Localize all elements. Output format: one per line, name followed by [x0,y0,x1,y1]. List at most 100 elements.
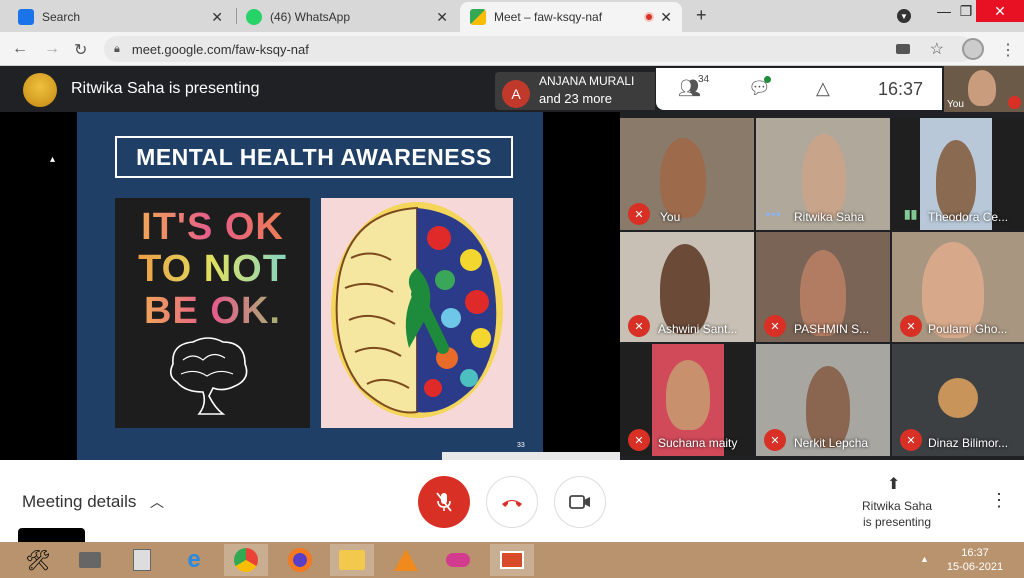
close-icon[interactable]: ✕ [211,9,223,26]
participant-video [802,134,846,220]
mic-toggle-button[interactable] [418,476,470,528]
end-call-icon [502,500,522,507]
tab-search-dropdown-icon[interactable]: ▼ [897,9,911,23]
slide-footer-bar [442,452,620,460]
mic-off-icon: ✕ [628,203,650,225]
participant-video [660,138,706,218]
system-date: 15-06-2021 [946,561,1004,573]
participant-person [666,360,710,430]
join-notification: A ANJANA MURALI and 23 more [495,72,655,110]
mic-off-icon [1008,96,1021,109]
mouse-cursor-icon: ▴ [50,154,56,165]
slide-right-panel [321,198,513,428]
firefox-icon[interactable] [278,544,322,576]
window-close-icon[interactable]: ✕ [976,0,1024,22]
tab-title: Meet – faw-ksqy-naf [494,10,603,24]
activities-icon[interactable]: △ [816,78,830,99]
reload-icon[interactable]: ↻ [74,40,87,60]
file-explorer-icon[interactable] [330,544,374,576]
address-bar[interactable]: 🔒︎ meet.google.com/faw-ksqy-naf ☆ [104,36,974,62]
mic-off-icon [436,492,452,512]
brain-outline-icon [169,337,248,415]
system-time: 16:37 [961,547,989,559]
back-icon[interactable]: ← [12,40,28,58]
mic-off-icon: ✕ [628,429,650,451]
tray-expand-icon[interactable]: ▲ [920,554,929,564]
mic-off-icon: ✕ [900,315,922,337]
participant-tile[interactable]: ••• Ritwika Saha [756,118,890,230]
mic-off-icon: ✕ [764,315,786,337]
forward-icon[interactable]: → [44,40,60,58]
self-view-person [968,70,996,106]
tab-meet[interactable]: Meet – faw-ksqy-naf ✕ [460,2,682,32]
whatsapp-icon [246,9,262,25]
tab-title: (46) WhatsApp [270,10,351,24]
meet-top-bar: Ritwika Saha is presenting A ANJANA MURA… [0,66,1024,112]
profile-avatar[interactable] [962,38,984,60]
key-app-icon[interactable] [436,544,480,576]
participant-name: Suchana maity [658,436,738,450]
camera-permission-icon[interactable] [896,44,910,54]
vlc-icon[interactable] [384,544,428,576]
internet-explorer-icon[interactable]: e [172,544,216,576]
system-clock[interactable]: 16:37 15-06-2021 [944,546,1006,574]
participant-tile[interactable]: ✕ Dinaz Bilimor... [892,344,1024,456]
more-options-icon[interactable]: ⋮ [990,490,1008,511]
participant-tile[interactable]: ✕ Suchana maity [620,344,754,456]
notification-name: ANJANA MURALI [539,74,635,88]
participant-tile[interactable]: ✕ Ashwini Sant... [620,232,754,342]
slide-title: MENTAL HEALTH AWARENESS [115,136,513,178]
presenting-banner: Ritwika Saha is presenting [71,80,260,97]
mic-off-icon: ✕ [628,315,650,337]
self-view-label: You [947,99,964,110]
participant-name: Theodora Ce... [928,210,1009,224]
browser-toolbar: ← → ↻ 🔒︎ meet.google.com/faw-ksqy-naf ☆ … [0,32,1024,66]
speaking-icon: ▮▮ [904,207,918,221]
participant-count: 34 [698,74,710,85]
participant-tile[interactable]: ▮▮ Theodora Ce... [892,118,1024,230]
presenting-note: Ritwika Saha is presenting [861,499,933,529]
self-view-thumbnail[interactable]: You [944,66,1024,112]
tab-whatsapp[interactable]: (46) WhatsApp ✕ [236,2,458,32]
meet-control-bar: Meeting details ︿ ⬆︎ Ritwika Saha is pre… [0,460,1024,542]
leave-call-button[interactable] [486,476,538,528]
participant-name: Ashwini Sant... [658,322,738,336]
calculator-icon[interactable] [120,544,164,576]
presentation-slide: MENTAL HEALTH AWARENESS IT'S OK TO NOT B… [77,112,620,460]
participant-name: Nerkit Lepcha [794,436,869,450]
meet-icon [470,9,486,25]
close-icon[interactable]: ✕ [660,9,672,26]
notification-more: and 23 more [539,91,612,106]
participant-video [660,244,710,334]
present-screen-icon[interactable]: ⬆︎ [887,474,900,494]
drive-icon[interactable] [68,544,112,576]
chrome-icon[interactable] [224,544,268,576]
chevron-up-icon[interactable]: ︿ [150,492,164,512]
new-tab-button[interactable]: + [696,5,707,26]
screen-recorder-icon[interactable] [490,544,534,576]
tab-search[interactable]: Search ✕ [8,2,233,32]
slide-left-panel: IT'S OK TO NOT BE OK. [115,198,310,428]
presentation-stage: ▴ MENTAL HEALTH AWARENESS IT'S OK TO NOT… [0,112,620,460]
notification-avatar: A [502,80,530,108]
participant-name: Ritwika Saha [794,210,865,224]
participant-tile[interactable]: ✕ You [620,118,754,230]
bookmark-star-icon[interactable]: ☆ [930,39,944,59]
camera-toggle-button[interactable] [554,476,606,528]
tools-icon[interactable]: 🛠︎ [16,544,60,576]
close-icon[interactable]: ✕ [436,9,448,26]
brain-flowers-illustration [331,202,503,418]
meeting-details-button[interactable]: Meeting details [22,492,136,512]
participant-tile[interactable]: ✕ Poulami Gho... [892,232,1024,342]
slide-page-number: 33 [517,442,525,449]
participant-tile[interactable]: ✕ Nerkit Lepcha [756,344,890,456]
meet-toolbox: 👥︎ 34 💬︎ △ 16:37 [656,68,942,110]
speaking-icon: ••• [766,207,782,221]
participant-tile[interactable]: ✕ PASHMIN S... [756,232,890,342]
participant-name: Poulami Gho... [928,322,1008,336]
browser-menu-icon[interactable]: ⋮ [1000,40,1016,60]
hidden-tray-tab[interactable] [18,528,85,542]
presenter-avatar [23,73,57,107]
participant-name: Dinaz Bilimor... [928,436,1009,450]
url-text: meet.google.com/faw-ksqy-naf [131,41,309,57]
